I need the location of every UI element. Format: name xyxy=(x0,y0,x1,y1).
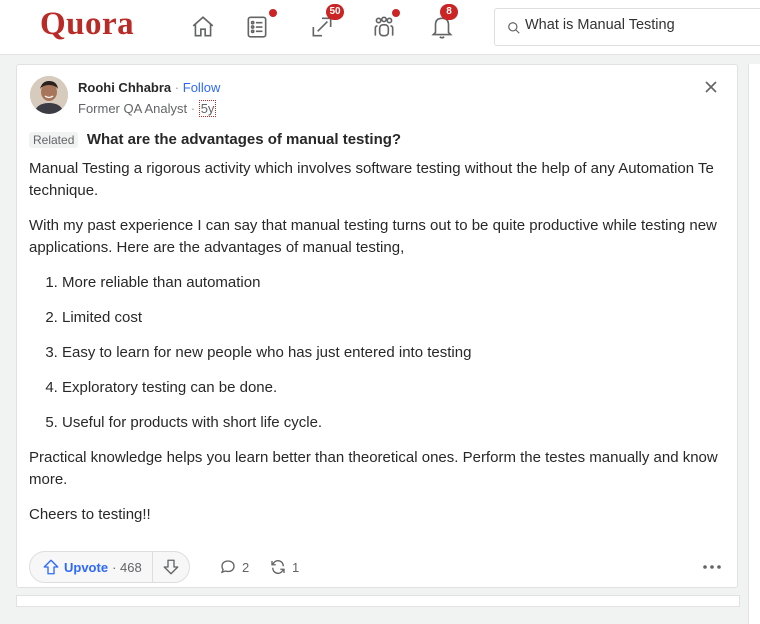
more-options-button[interactable] xyxy=(697,551,727,583)
nav-home-button[interactable] xyxy=(187,10,219,42)
upvote-count: · 468 xyxy=(112,559,142,575)
upvote-label: Upvote xyxy=(64,559,109,575)
list-item: Limited cost xyxy=(62,307,724,329)
list-item: Exploratory testing can be done. xyxy=(62,377,724,399)
spaces-icon xyxy=(374,16,394,37)
post-timestamp[interactable]: 5y xyxy=(198,100,217,117)
quora-logo[interactable]: Quora xyxy=(40,6,134,43)
comment-icon xyxy=(220,560,235,574)
related-question-row: Related What are the advantages of manua… xyxy=(29,131,401,149)
author-credential-line: Former QA Analyst · 5y xyxy=(78,100,217,117)
downvote-button[interactable] xyxy=(153,552,189,582)
answer-paragraph: Practical knowledge helps you learn bett… xyxy=(29,449,718,488)
action-bar: Upvote · 468 2 1 xyxy=(29,551,727,583)
comment-button[interactable]: 2 xyxy=(219,551,249,583)
nav-notifications-button[interactable]: 8 xyxy=(426,4,458,42)
nav-spaces-button[interactable] xyxy=(368,9,400,42)
share-reload-icon xyxy=(271,560,285,574)
author-avatar[interactable] xyxy=(30,76,68,114)
spaces-notification-dot xyxy=(392,9,400,17)
list-item: Easy to learn for new people who has jus… xyxy=(62,342,724,364)
upvote-button[interactable]: Upvote · 468 xyxy=(30,552,153,582)
notifications-badge: 8 xyxy=(440,4,458,20)
upvote-arrow-icon xyxy=(43,559,59,575)
right-sidebar-panel xyxy=(748,64,760,624)
downvote-arrow-icon xyxy=(163,559,179,575)
search-input[interactable] xyxy=(525,17,755,33)
answer-paragraph: Cheers to testing!! xyxy=(29,506,151,523)
list-item: Useful for products with short life cycl… xyxy=(62,412,724,434)
search-icon xyxy=(508,22,520,34)
author-line: Roohi Chhabra · Follow xyxy=(78,80,220,95)
author-name[interactable]: Roohi Chhabra xyxy=(78,80,171,95)
more-horizontal-icon xyxy=(703,565,721,569)
close-button[interactable] xyxy=(703,79,719,95)
search-box[interactable] xyxy=(494,8,760,46)
avatar-photo xyxy=(30,76,68,114)
share-button[interactable]: 1 xyxy=(269,551,299,583)
separator: · xyxy=(174,80,180,95)
following-list-icon xyxy=(247,16,267,38)
answer-body: Manual Testing a rigorous activity which… xyxy=(29,158,724,539)
next-card-edge xyxy=(16,595,740,607)
top-navigation-bar: Quora 50 8 xyxy=(0,0,760,55)
separator: · xyxy=(190,101,196,116)
home-icon xyxy=(192,16,214,37)
advantages-list: More reliable than automation Limited co… xyxy=(29,272,724,434)
related-tag: Related xyxy=(29,131,79,148)
follow-button[interactable]: Follow xyxy=(183,80,221,95)
nav-answer-button[interactable]: 50 xyxy=(306,4,344,42)
comment-count: 2 xyxy=(242,559,250,575)
share-count: 1 xyxy=(292,559,300,575)
answer-paragraph: Manual Testing a rigorous activity which… xyxy=(29,160,714,199)
vote-pill: Upvote · 468 xyxy=(29,551,190,583)
answer-paragraph: With my past experience I can say that m… xyxy=(29,217,717,256)
answer-badge: 50 xyxy=(326,4,344,20)
following-notification-dot xyxy=(269,9,277,17)
nav-following-button[interactable] xyxy=(241,9,277,42)
question-title[interactable]: What are the advantages of manual testin… xyxy=(87,131,401,148)
list-item: More reliable than automation xyxy=(62,272,724,294)
close-icon xyxy=(705,81,717,93)
answer-card: Roohi Chhabra · Follow Former QA Analyst… xyxy=(16,64,738,588)
author-credential: Former QA Analyst xyxy=(78,101,188,116)
